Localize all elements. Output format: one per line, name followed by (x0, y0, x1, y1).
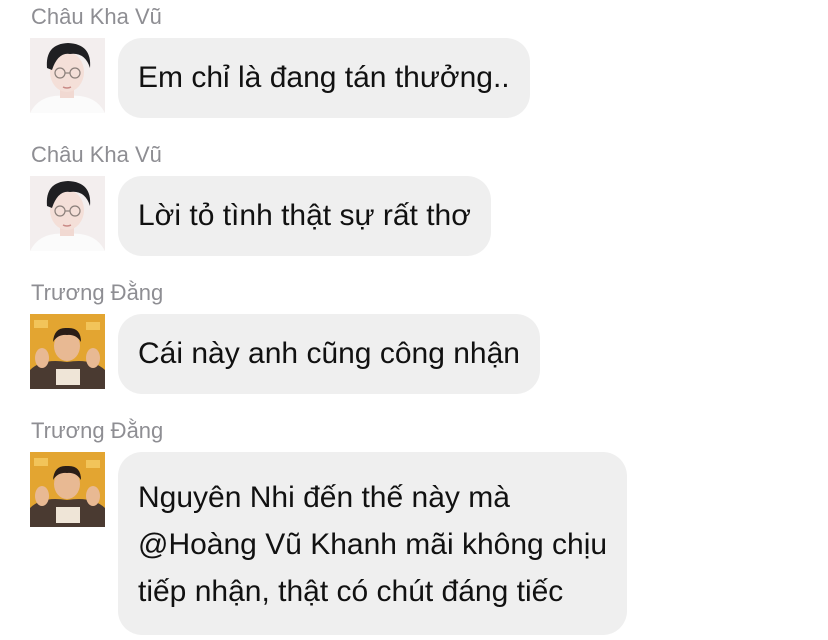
message-text-line: tiếp nhận, thật có chút đáng tiếc (138, 575, 564, 608)
sender-name: Châu Kha Vũ (31, 142, 162, 167)
sender-name: Châu Kha Vũ (31, 4, 162, 29)
avatar-chau-kha-vu[interactable] (30, 38, 105, 113)
message-bubble[interactable]: Cái này anh cũng công nhận (118, 314, 540, 394)
sender-name: Trương Đằng (31, 280, 164, 305)
message-text-line: @Hoàng Vũ Khanh mãi không chịu (138, 528, 608, 561)
message-bubble[interactable]: Nguyên Nhi đến thế này mà @Hoàng Vũ Khan… (118, 452, 628, 635)
message-text: Em chỉ là đang tán thưởng.. (138, 61, 510, 94)
message-bubble[interactable]: Em chỉ là đang tán thưởng.. (118, 38, 530, 118)
avatar-chau-kha-vu[interactable] (30, 176, 105, 251)
message-text: Cái này anh cũng công nhận (138, 337, 520, 370)
avatar-truong-dang[interactable] (30, 452, 105, 527)
message-text-line: Nguyên Nhi đến thế này mà (138, 481, 510, 514)
sender-name: Trương Đằng (31, 418, 164, 443)
message-text: Lời tỏ tình thật sự rất thơ (138, 199, 471, 232)
avatar-truong-dang[interactable] (30, 314, 105, 389)
message-bubble[interactable]: Lời tỏ tình thật sự rất thơ (118, 176, 491, 256)
